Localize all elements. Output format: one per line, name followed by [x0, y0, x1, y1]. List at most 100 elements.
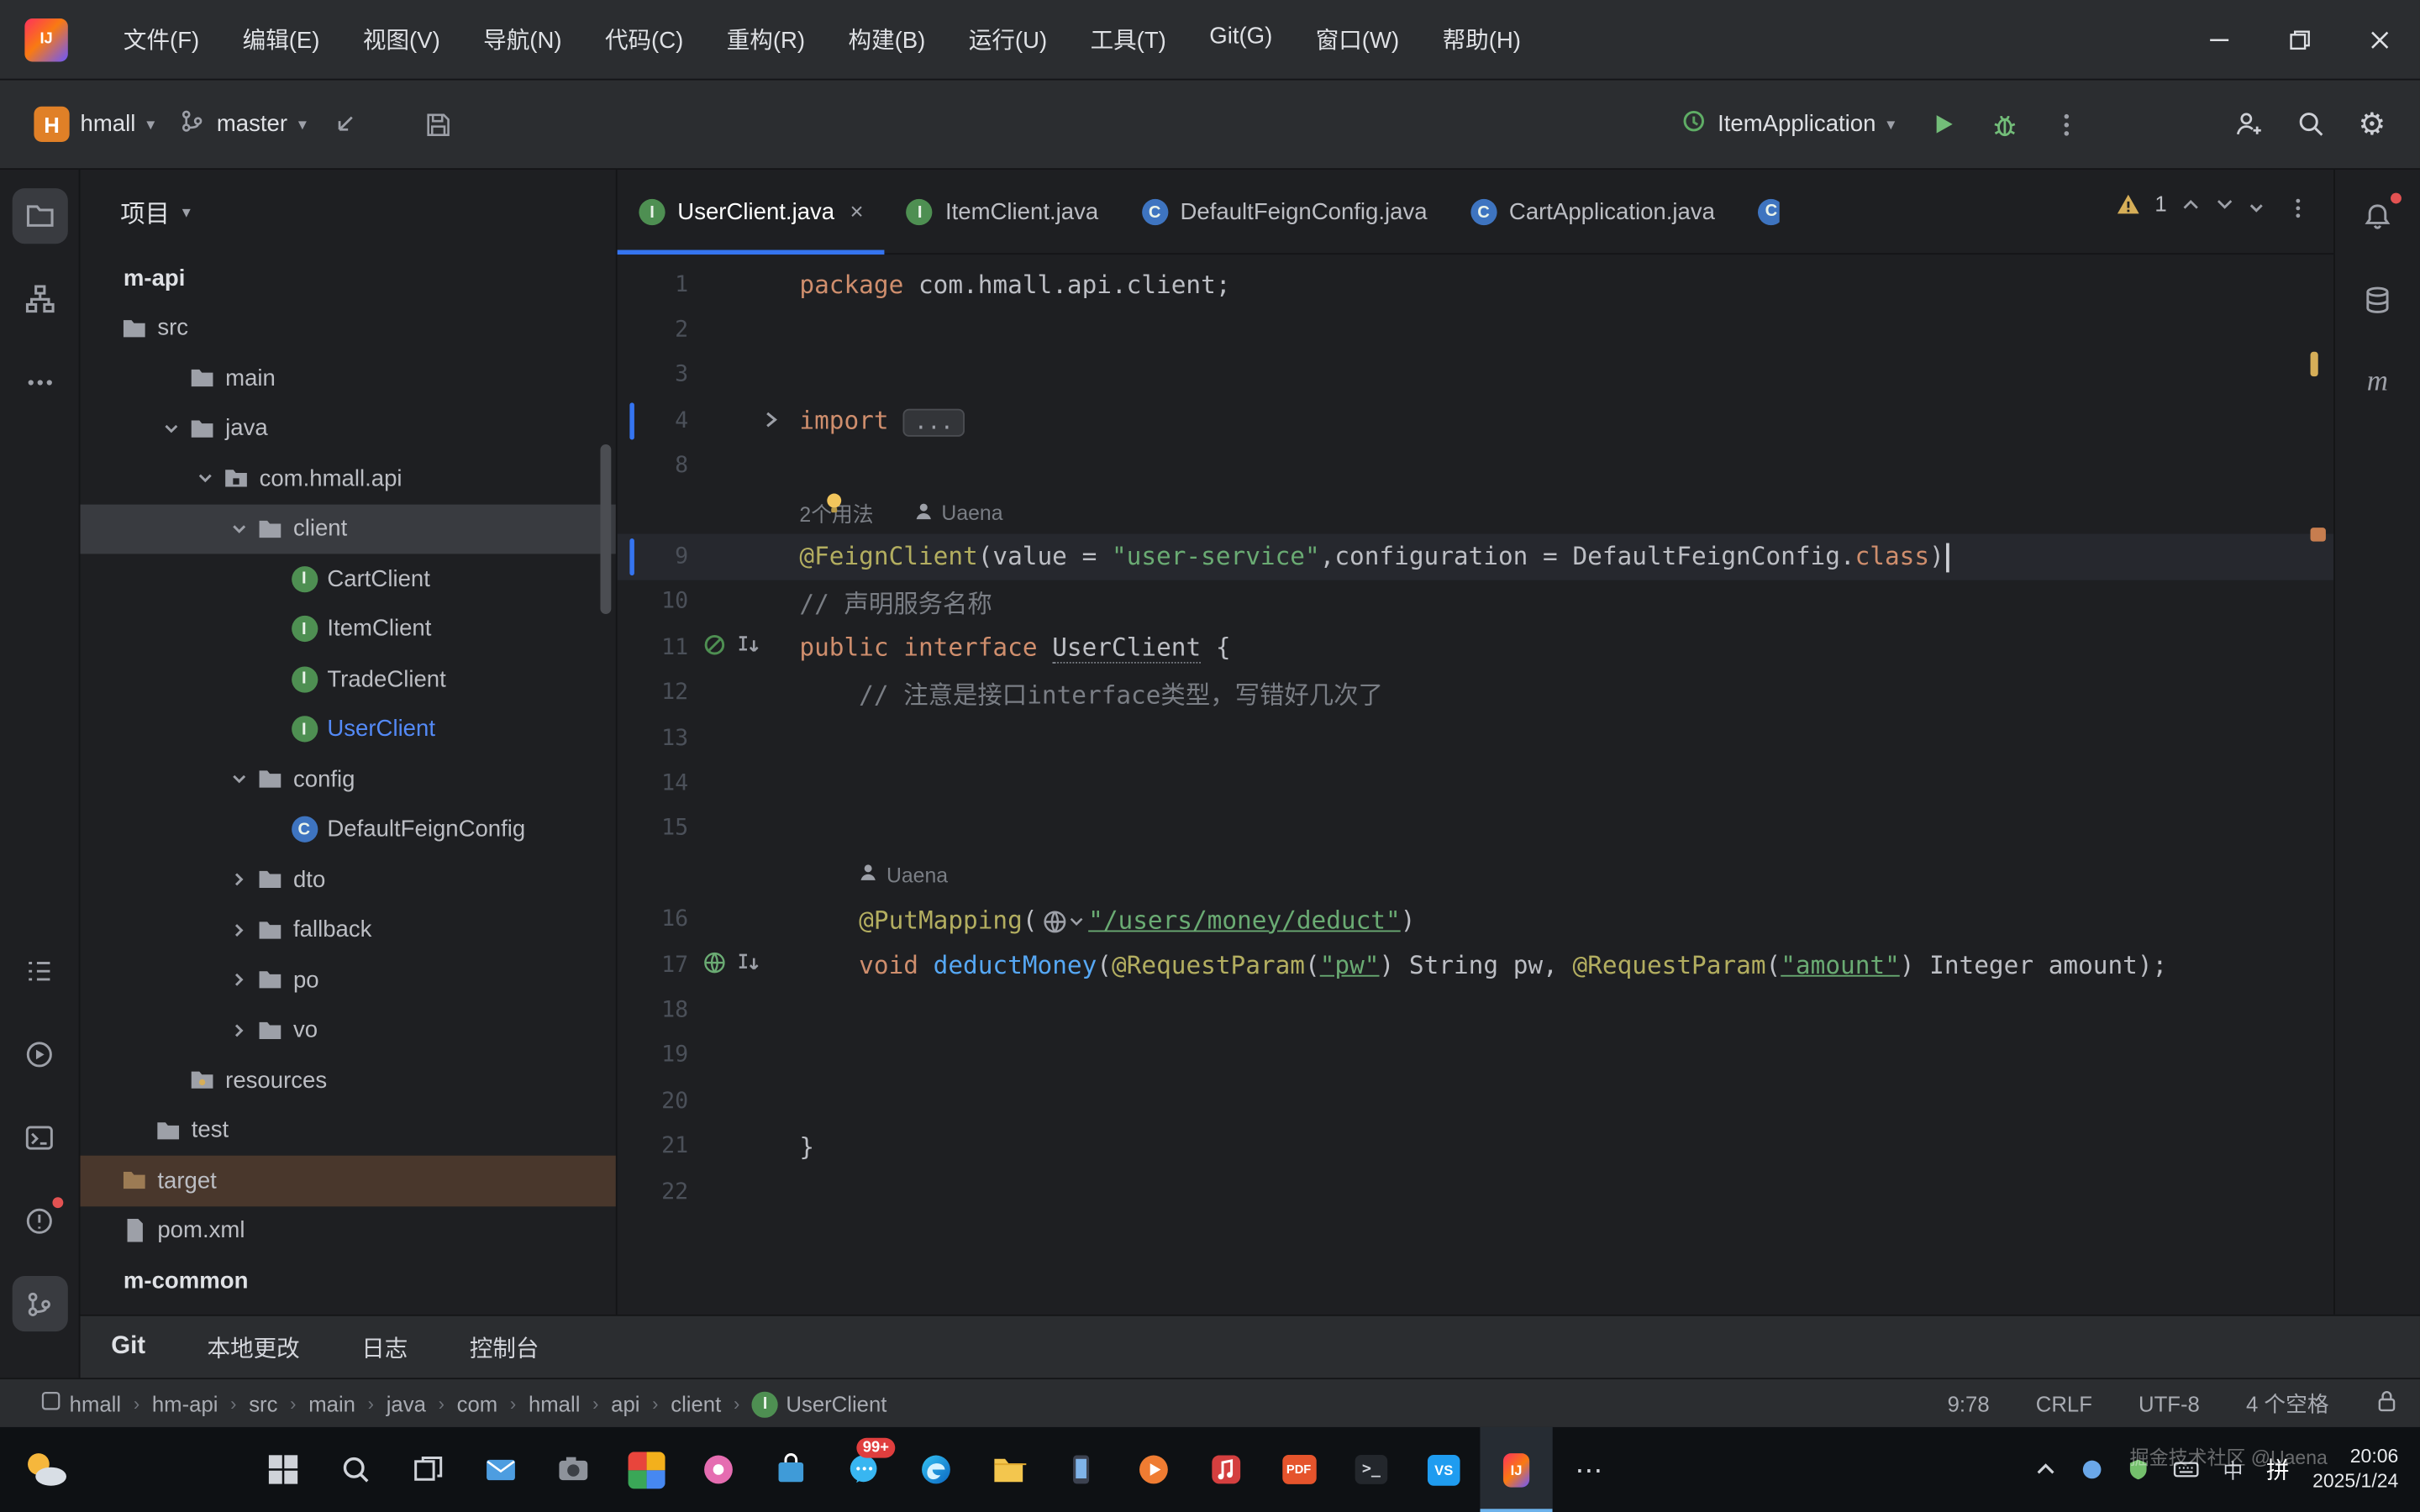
taskbar-camera-icon[interactable] [537, 1427, 609, 1512]
maven-icon[interactable]: m [2349, 354, 2405, 410]
tree-item-src[interactable]: src [81, 303, 616, 354]
readonly-lock[interactable] [2375, 1389, 2399, 1418]
caret-position[interactable]: 9:78 [1948, 1391, 1990, 1415]
tray-lang-icon[interactable]: 中 [2223, 1455, 2244, 1484]
taskbar-clock[interactable]: 20:06 2025/1/24 [2312, 1446, 2398, 1494]
tabs-dropdown-icon[interactable] [2247, 197, 2265, 225]
taskbar-phone-link-icon[interactable] [1044, 1427, 1117, 1512]
tabs-more-icon[interactable] [2287, 197, 2309, 226]
breadcrumb-api[interactable]: api [605, 1391, 646, 1415]
taskbar-messenger-icon[interactable]: 99+ [827, 1427, 899, 1512]
impl-gutter-icon[interactable] [734, 950, 760, 981]
url-globe-icon[interactable] [1042, 908, 1084, 934]
minimize-button[interactable] [2179, 0, 2260, 80]
tree-item-fallback[interactable]: fallback [81, 905, 616, 955]
tree-item-client[interactable]: client [81, 504, 616, 554]
notifications-bell-icon[interactable] [2349, 188, 2405, 244]
editor-tab-UserClient.java[interactable]: IUserClient.java× [618, 170, 886, 253]
problems-icon[interactable] [12, 1193, 67, 1248]
inspection-widget[interactable]: 1 [2116, 192, 2234, 216]
taskbar-vscode-icon[interactable]: VS [1407, 1427, 1480, 1512]
indent-setting[interactable]: 4 个空格 [2246, 1388, 2329, 1419]
menu-item-2[interactable]: 视图(V) [345, 15, 459, 63]
breadcrumb-hm-api[interactable]: hm-api [146, 1391, 224, 1415]
editor-tab-DefaultFeignConfig.java[interactable]: CDefaultFeignConfig.java [1120, 170, 1449, 253]
breadcrumb-hmall[interactable]: hmall [523, 1391, 587, 1415]
git-bar-tab-日志[interactable]: 日志 [361, 1331, 408, 1363]
maximize-button[interactable] [2260, 0, 2340, 80]
version-control-git-icon[interactable] [12, 1276, 67, 1331]
settings-gear-icon[interactable]: ⚙ [2346, 98, 2398, 150]
menu-item-11[interactable]: 帮助(H) [1424, 15, 1539, 63]
file-encoding[interactable]: UTF-8 [2139, 1391, 2200, 1415]
code-with-me-icon[interactable] [2223, 98, 2275, 150]
tray-keyboard-icon[interactable] [2174, 1458, 2200, 1482]
tree-item-m-api[interactable]: m-api [81, 253, 616, 303]
tray-expand-icon[interactable] [2034, 1458, 2058, 1482]
debug-button[interactable] [1979, 98, 2031, 150]
weather-widget[interactable] [0, 1427, 90, 1512]
menu-item-1[interactable]: 编辑(E) [224, 15, 339, 63]
nostop-gutter-icon[interactable] [702, 633, 727, 664]
more-actions-icon[interactable] [2040, 98, 2092, 150]
tree-item-java[interactable]: java [81, 403, 616, 454]
more-tool-windows-icon[interactable] [12, 354, 67, 410]
menu-item-10[interactable]: 窗口(W) [1297, 15, 1418, 63]
tree-item-com.hmall.api[interactable]: com.hmall.api [81, 454, 616, 504]
chevron-down-icon[interactable]: ▾ [182, 202, 191, 222]
impl-gutter-icon[interactable] [734, 633, 760, 664]
menu-item-5[interactable]: 重构(R) [708, 15, 823, 63]
search-everywhere-icon[interactable] [2284, 98, 2336, 150]
breadcrumb-client[interactable]: client [665, 1391, 728, 1415]
tree-item-ItemClient[interactable]: IItemClient [81, 604, 616, 654]
menu-item-7[interactable]: 运行(U) [950, 15, 1065, 63]
code-editor[interactable]: 1package com.hmall.api.client;234import … [618, 255, 2333, 1315]
project-view-title[interactable]: 项目 [120, 193, 170, 230]
tree-item-po[interactable]: po [81, 955, 616, 1005]
update-project-icon[interactable] [319, 98, 371, 150]
todo-list-icon[interactable] [12, 942, 67, 998]
tree-item-target[interactable]: target [81, 1156, 616, 1206]
ime-indicator[interactable]: 拼 [2266, 1453, 2290, 1486]
database-icon[interactable] [2349, 271, 2405, 327]
breadcrumb-hmall[interactable]: hmall [34, 1390, 127, 1416]
chevron-closed-icon[interactable] [225, 921, 253, 939]
breadcrumb-UserClient[interactable]: IUserClient [746, 1389, 893, 1417]
tray-security-icon[interactable] [2128, 1458, 2151, 1482]
run-button[interactable] [1917, 98, 1969, 150]
tree-item-vo[interactable]: vo [81, 1005, 616, 1056]
breadcrumb-src[interactable]: src [243, 1391, 284, 1415]
tree-item-m-common[interactable]: m-common [81, 1256, 616, 1306]
terminal-icon[interactable] [12, 1110, 67, 1165]
project-folder-icon[interactable] [12, 188, 67, 244]
chevron-closed-icon[interactable] [225, 1021, 253, 1039]
usages-hint[interactable]: 2个用法 [799, 496, 873, 528]
services-run-icon[interactable] [12, 1026, 67, 1081]
project-scrollbar[interactable] [600, 444, 611, 614]
taskbar-start-button-icon[interactable] [247, 1427, 319, 1512]
tree-item-pom.xml[interactable]: pom.xml [81, 1205, 616, 1256]
taskbar-intellij-idea-icon[interactable]: IJ [1480, 1427, 1552, 1512]
taskbar-file-explorer-icon[interactable] [972, 1427, 1044, 1512]
chevron-open-icon[interactable] [157, 419, 185, 438]
taskbar-search-icon[interactable] [319, 1427, 392, 1512]
tree-item-DefaultFeignConfig[interactable]: CDefaultFeignConfig [81, 805, 616, 855]
taskbar-more-apps-icon[interactable]: ⋯ [1553, 1427, 1625, 1512]
git-bar-tab-本地更改[interactable]: 本地更改 [208, 1331, 300, 1363]
chevron-open-icon[interactable] [192, 470, 219, 488]
git-bar-tab-控制台[interactable]: 控制台 [470, 1331, 539, 1363]
line-ending[interactable]: CRLF [2036, 1391, 2092, 1415]
chevron-closed-icon[interactable] [225, 971, 253, 990]
taskbar-video-player-icon[interactable] [1118, 1427, 1190, 1512]
menu-item-0[interactable]: 文件(F) [105, 15, 218, 63]
close-button[interactable] [2339, 0, 2420, 80]
taskbar-store-icon[interactable] [755, 1427, 827, 1512]
chevron-open-icon[interactable] [225, 770, 253, 789]
menu-item-4[interactable]: 代码(C) [587, 15, 702, 63]
taskbar-paint-icon[interactable] [682, 1427, 755, 1512]
git-author-inlay[interactable]: Uaena [859, 863, 948, 887]
taskbar-pdf-reader-icon[interactable]: PDF [1262, 1427, 1334, 1512]
chevron-closed-icon[interactable] [225, 870, 253, 889]
menu-item-3[interactable]: 导航(N) [465, 15, 580, 63]
intention-bulb-icon[interactable] [823, 490, 846, 521]
